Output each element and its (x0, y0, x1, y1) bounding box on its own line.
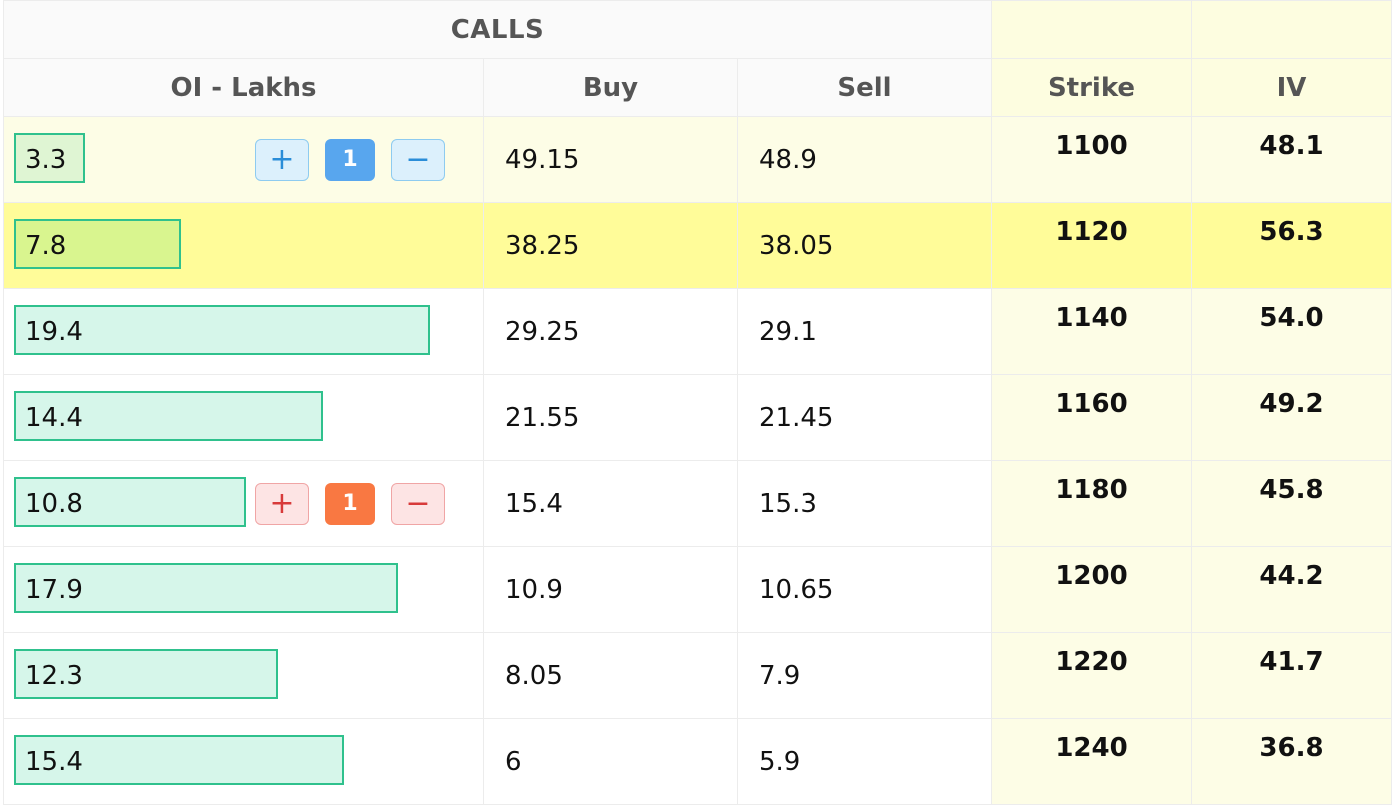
option-row[interactable]: 10.8 +1− 15.4 15.3 1180 45.8 (3, 460, 1392, 547)
sell-price[interactable]: 38.05 (737, 202, 992, 289)
sell-price[interactable]: 48.9 (737, 116, 992, 203)
buy-price[interactable]: 8.05 (483, 632, 738, 719)
option-row[interactable]: 12.3 8.05 7.9 1220 41.7 (3, 632, 1392, 719)
option-row[interactable]: 17.9 10.9 10.65 1200 44.2 (3, 546, 1392, 633)
strike-price: 1240 (991, 718, 1192, 805)
strike-price: 1160 (991, 374, 1192, 461)
sell-price[interactable]: 15.3 (737, 460, 992, 547)
oi-value: 3.3 (25, 144, 67, 175)
oi-value: 14.4 (25, 402, 83, 433)
buy-price[interactable]: 38.25 (483, 202, 738, 289)
option-row[interactable]: 3.3 +1− 49.15 48.9 1100 48.1 (3, 116, 1392, 203)
option-row[interactable]: 15.4 6 5.9 1240 36.8 (3, 718, 1392, 805)
minus-icon: − (405, 141, 431, 177)
calls-header: CALLS (3, 0, 992, 59)
strike-price: 1220 (991, 632, 1192, 719)
buy-price[interactable]: 49.15 (483, 116, 738, 203)
oi-cell: 7.8 (3, 202, 484, 289)
oi-value: 10.8 (25, 488, 83, 519)
plus-icon: + (269, 485, 295, 521)
strike-column-header[interactable]: Strike (991, 58, 1192, 117)
option-row[interactable]: 14.4 21.55 21.45 1160 49.2 (3, 374, 1392, 461)
oi-cell: 19.4 (3, 288, 484, 375)
iv-value: 41.7 (1191, 632, 1392, 719)
buy-column-header[interactable]: Buy (483, 58, 738, 117)
iv-value: 56.3 (1191, 202, 1392, 289)
sell-price[interactable]: 7.9 (737, 632, 992, 719)
group-header-row: CALLS (3, 0, 1392, 59)
oi-cell: 12.3 (3, 632, 484, 719)
buy-price[interactable]: 10.9 (483, 546, 738, 633)
oi-cell: 10.8 +1− (3, 460, 484, 547)
decrease-qty-button[interactable]: − (391, 482, 445, 525)
oi-value: 15.4 (25, 746, 83, 777)
strike-price: 1100 (991, 116, 1192, 203)
sell-column-header[interactable]: Sell (737, 58, 992, 117)
strike-price: 1200 (991, 546, 1192, 633)
oi-column-header[interactable]: OI - Lakhs (3, 58, 484, 117)
iv-value: 54.0 (1191, 288, 1392, 375)
iv-value: 36.8 (1191, 718, 1392, 805)
buy-price[interactable]: 21.55 (483, 374, 738, 461)
sell-price[interactable]: 10.65 (737, 546, 992, 633)
sell-qty-badge[interactable]: 1 (325, 482, 375, 525)
option-row[interactable]: 7.8 38.25 38.05 1120 56.3 (3, 202, 1392, 289)
strike-group-header (991, 0, 1192, 59)
buy-qty-badge[interactable]: 1 (325, 138, 375, 181)
oi-cell: 17.9 (3, 546, 484, 633)
column-header-row: OI - Lakhs Buy Sell Strike IV (3, 58, 1392, 117)
increase-qty-button[interactable]: + (255, 138, 309, 181)
decrease-qty-button[interactable]: − (391, 138, 445, 181)
iv-value: 44.2 (1191, 546, 1392, 633)
strike-price: 1180 (991, 460, 1192, 547)
buy-price[interactable]: 15.4 (483, 460, 738, 547)
iv-value: 48.1 (1191, 116, 1392, 203)
iv-column-header[interactable]: IV (1191, 58, 1392, 117)
oi-cell: 3.3 +1− (3, 116, 484, 203)
oi-value: 17.9 (25, 574, 83, 605)
oi-value: 19.4 (25, 316, 83, 347)
plus-icon: + (269, 141, 295, 177)
minus-icon: − (405, 485, 431, 521)
option-row[interactable]: 19.4 29.25 29.1 1140 54.0 (3, 288, 1392, 375)
option-chain: CALLS OI - Lakhs Buy Sell Strike IV 3.3 +… (0, 0, 1392, 805)
order-controls: +1− (255, 138, 445, 181)
iv-value: 49.2 (1191, 374, 1392, 461)
oi-value: 12.3 (25, 660, 83, 691)
iv-group-header (1191, 0, 1392, 59)
oi-value: 7.8 (25, 230, 67, 261)
iv-value: 45.8 (1191, 460, 1392, 547)
sell-price[interactable]: 21.45 (737, 374, 992, 461)
buy-price[interactable]: 6 (483, 718, 738, 805)
strike-price: 1120 (991, 202, 1192, 289)
sell-price[interactable]: 5.9 (737, 718, 992, 805)
option-rows: 3.3 +1−49.15 48.9 1100 48.1 7.8 38.25 38.05 1120… (3, 116, 1392, 805)
oi-cell: 14.4 (3, 374, 484, 461)
strike-price: 1140 (991, 288, 1192, 375)
option-chain-table: CALLS OI - Lakhs Buy Sell Strike IV 3.3 +… (3, 0, 1392, 805)
order-controls: +1− (255, 482, 445, 525)
oi-cell: 15.4 (3, 718, 484, 805)
increase-qty-button[interactable]: + (255, 482, 309, 525)
sell-price[interactable]: 29.1 (737, 288, 992, 375)
buy-price[interactable]: 29.25 (483, 288, 738, 375)
